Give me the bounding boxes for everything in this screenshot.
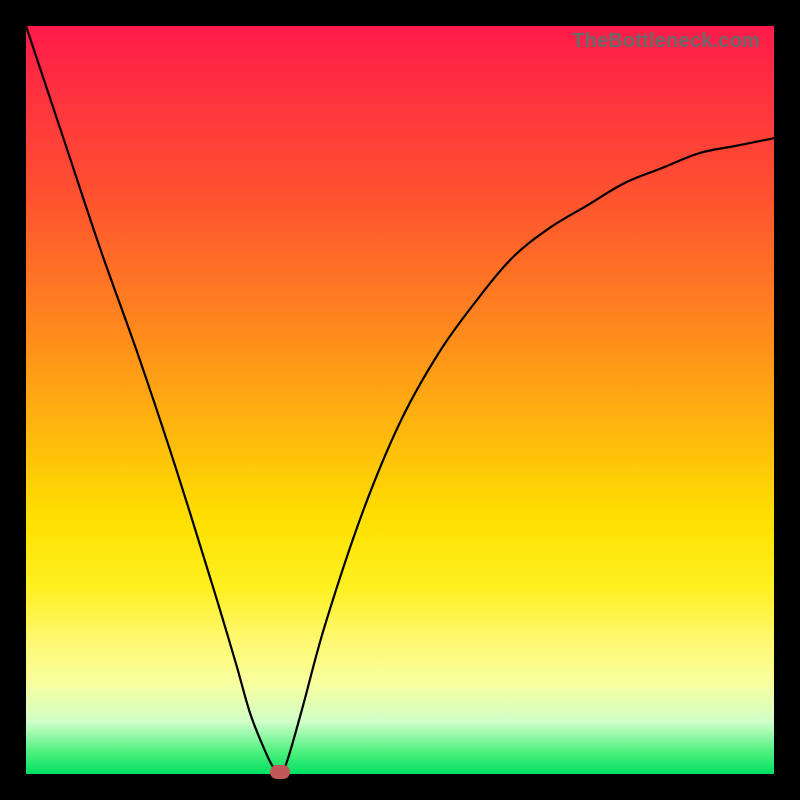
plot-area: TheBottleneck.com (26, 26, 774, 774)
bottleneck-curve (26, 26, 774, 774)
minimum-marker (270, 765, 290, 779)
curve-svg (26, 26, 774, 774)
chart-frame: TheBottleneck.com (0, 0, 800, 800)
